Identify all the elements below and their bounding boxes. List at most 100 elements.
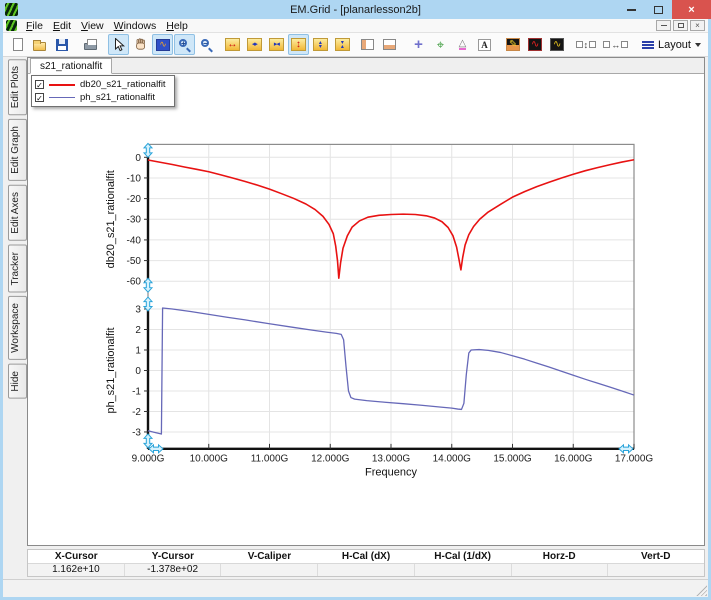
new-file-button[interactable] (7, 34, 28, 55)
tracker-icon: ⌖ (437, 38, 444, 51)
close-button[interactable]: × (672, 0, 711, 19)
zoom-out-icon: − (200, 38, 214, 52)
vertical-spacing-button[interactable]: ↕ (575, 34, 596, 55)
status-value-h-cal-dx (317, 564, 414, 577)
side-tab-strip: Edit Plots Edit Graph Edit Axes Tracker … (3, 57, 27, 546)
y-axis-pan-handle[interactable] (144, 143, 152, 157)
y-tick-label: -30 (127, 215, 142, 226)
expand-y-icon: ↕ (291, 38, 306, 51)
horizontal-spacing-button[interactable]: ↔ (604, 34, 627, 55)
y-axis-pan-handle[interactable] (144, 278, 152, 292)
menu-windows[interactable]: Windows (109, 20, 162, 32)
zoom-in-button[interactable]: + (174, 34, 195, 55)
sidebar-tab-edit-graph[interactable]: Edit Graph (8, 119, 27, 181)
maximize-button[interactable] (645, 0, 672, 19)
shrink-x-button[interactable]: ◂▸ (244, 34, 265, 55)
menu-view[interactable]: View (76, 20, 109, 32)
expand-x-button[interactable]: ↔ (222, 34, 243, 55)
tracker-button[interactable]: ⌖ (430, 34, 451, 55)
zoom-region-icon: ∿ (156, 39, 170, 51)
compress-x-icon: ▸◂ (269, 38, 284, 51)
trace-style-yellow-icon: ∿ (550, 38, 564, 51)
x-tick-label: 12.000G (311, 454, 349, 465)
x-axis-title: Frequency (365, 467, 417, 479)
split-bottom-panel-button[interactable] (379, 34, 400, 55)
status-value-y-cursor: -1.378e+02 (124, 564, 221, 577)
print-button[interactable] (80, 34, 101, 55)
x-tick-label: 16.000G (554, 454, 592, 465)
y-tick-label: -2 (132, 407, 141, 418)
pan-hand-button[interactable] (130, 34, 151, 55)
window-title: EM.Grid - [planarlesson2b] (0, 4, 711, 16)
legend-checkbox-db20[interactable]: ✓ (35, 80, 44, 89)
status-header-vert-d: Vert-D (607, 550, 704, 563)
open-file-button[interactable] (29, 34, 50, 55)
mdi-close-button[interactable]: × (690, 20, 705, 31)
mdi-restore-button[interactable] (673, 20, 688, 31)
sidebar-tab-edit-axes[interactable]: Edit Axes (8, 185, 27, 241)
tab-s21-rationalfit[interactable]: s21_rationalfit (30, 58, 112, 74)
menu-edit[interactable]: Edit (48, 20, 76, 32)
y-axis-title: db20_s21_rationalfit (105, 170, 117, 268)
menu-help[interactable]: Help (161, 20, 193, 32)
add-marker-button[interactable]: + (408, 34, 429, 55)
x-tick-label: 11.000G (251, 454, 289, 465)
select-pointer-icon (112, 38, 125, 52)
add-text-icon: A (478, 39, 491, 51)
plot-area: ✓ db20_s21_rationalfit ✓ ph_s21_rational… (28, 74, 704, 545)
zoom-out-button[interactable]: − (196, 34, 217, 55)
x-tick-label: 14.000G (433, 454, 471, 465)
compress-x-button[interactable]: ▸◂ (266, 34, 287, 55)
pan-hand-icon (134, 38, 147, 51)
y-tick-label: 0 (135, 366, 141, 377)
resize-grip-icon[interactable] (696, 585, 707, 596)
x-axis-pan-handle[interactable] (619, 445, 633, 453)
status-value-row: 1.162e+10 -1.378e+02 (28, 564, 704, 577)
caliper-button[interactable]: △ (452, 34, 473, 55)
menu-file[interactable]: File (21, 20, 48, 32)
shrink-y-button[interactable]: ▴▾ (310, 34, 331, 55)
legend: ✓ db20_s21_rationalfit ✓ ph_s21_rational… (31, 75, 175, 107)
sidebar-tab-edit-plots[interactable]: Edit Plots (8, 59, 27, 115)
select-pointer-button[interactable] (108, 34, 129, 55)
x-axis-pan-handle[interactable] (149, 445, 163, 453)
status-value-x-cursor: 1.162e+10 (28, 564, 124, 577)
plot-canvas[interactable]: 0-10-20-30-40-50-60db20_s21_rationalfit3… (28, 74, 704, 545)
split-bottom-panel-icon (383, 39, 396, 50)
zoom-in-icon: + (178, 38, 192, 52)
add-text-button[interactable]: A (474, 34, 495, 55)
legend-row: ✓ ph_s21_rationalfit (35, 91, 166, 104)
close-icon: × (688, 4, 694, 16)
y-tick-label: 3 (135, 305, 141, 316)
y-tick-label: 0 (135, 153, 141, 164)
sidebar-tab-workspace[interactable]: Workspace (8, 296, 27, 360)
save-button[interactable] (51, 34, 72, 55)
compress-y-button[interactable]: ▾▴ (332, 34, 353, 55)
sidebar-tab-hide[interactable]: Hide (8, 364, 27, 399)
legend-checkbox-ph[interactable]: ✓ (35, 93, 44, 102)
sidebar-tab-tracker[interactable]: Tracker (8, 245, 27, 293)
expand-y-button[interactable]: ↕ (288, 34, 309, 55)
trace-style-red-button[interactable]: ∿ (525, 34, 546, 55)
trace-style-yellow-button[interactable]: ∿ (547, 34, 568, 55)
y-tick-label: 2 (135, 325, 141, 336)
layout-button[interactable]: Layout (635, 36, 708, 54)
zoom-region-button[interactable]: ∿ (152, 34, 173, 55)
status-header-horz-d: Horz-D (511, 550, 608, 563)
shrink-y-icon: ▴▾ (313, 38, 328, 51)
mdi-minimize-button[interactable] (656, 20, 671, 31)
edit-trace-button[interactable]: ✎ (503, 34, 524, 55)
save-icon (56, 39, 68, 51)
minimize-button[interactable] (618, 0, 645, 19)
graph-panel: s21_rationalfit ✓ db20_s21_rationalfit ✓… (27, 57, 705, 546)
y-tick-label: -50 (127, 256, 142, 267)
x-tick-label: 10.000G (190, 454, 228, 465)
x-tick-label: 9.000G (132, 454, 165, 465)
split-left-panel-icon (361, 39, 374, 50)
split-left-panel-button[interactable] (357, 34, 378, 55)
y-axis-pan-handle[interactable] (144, 434, 152, 448)
caliper-icon: △ (459, 39, 467, 50)
titlebar: EM.Grid - [planarlesson2b] × (0, 0, 711, 19)
main-area: Edit Plots Edit Graph Edit Axes Tracker … (3, 57, 708, 546)
legend-label-ph: ph_s21_rationalfit (80, 92, 155, 103)
